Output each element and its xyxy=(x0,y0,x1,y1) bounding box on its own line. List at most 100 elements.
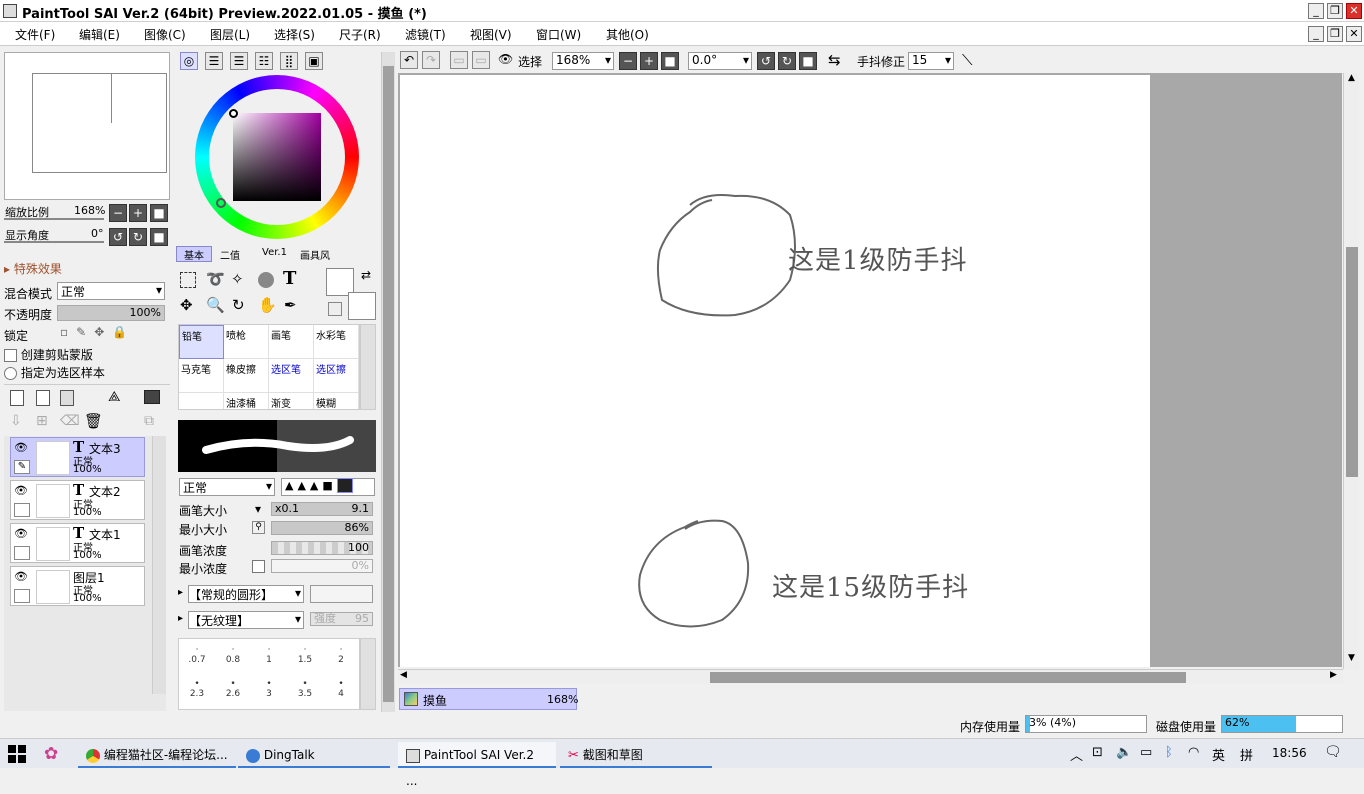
hsv-slider-tab[interactable]: ☰ xyxy=(230,52,248,70)
saturation-value-square[interactable] xyxy=(233,113,321,201)
minimize-button[interactable]: _ xyxy=(1308,3,1324,19)
move-icon[interactable]: ✥ xyxy=(180,296,193,314)
taskbar-chrome[interactable]: 编程猫社区-编程论坛... xyxy=(78,742,236,768)
layer-extra-icon[interactable]: ⧉ xyxy=(144,413,154,429)
clip-mask-option[interactable]: 创建剪贴蒙版 xyxy=(4,346,93,363)
tool-pencil[interactable]: 铅笔 xyxy=(179,325,224,359)
eye-icon[interactable]: 👁 xyxy=(14,441,28,454)
tool-gradient[interactable]: 渐变 xyxy=(269,393,314,409)
merge-down-icon[interactable]: ⇩ xyxy=(10,413,22,429)
rgb-slider-tab[interactable]: ☰ xyxy=(205,52,223,70)
angle-slider[interactable] xyxy=(4,241,104,243)
rotate-left-button[interactable]: ↺ xyxy=(109,228,127,246)
shape-expander[interactable]: ▸ xyxy=(178,587,183,598)
layer-item[interactable]: 👁 T 文本1 正常 100% xyxy=(10,523,145,563)
layer-checkbox[interactable] xyxy=(14,589,30,603)
size-preset[interactable]: · .0.7 xyxy=(179,645,215,675)
invert-select-button[interactable]: ▭ xyxy=(472,51,490,69)
min-density-slider[interactable]: 0% xyxy=(271,559,373,573)
doc-minimize-button[interactable]: _ xyxy=(1308,26,1324,42)
canvas-vertical-scrollbar[interactable]: ▲ ▼ xyxy=(1343,73,1359,669)
layer-checkbox[interactable] xyxy=(14,546,30,560)
layer-item[interactable]: 👁 ✎ T 文本3 正常 100% xyxy=(10,437,145,477)
layer-item[interactable]: 👁 T 文本2 正常 100% xyxy=(10,480,145,520)
brush-tip-shapes[interactable]: ▲▲▲■■ xyxy=(281,478,375,496)
menu-ruler[interactable]: 尺子(R) xyxy=(339,26,381,43)
hue-cursor[interactable] xyxy=(216,198,226,208)
text-tool-icon[interactable]: T xyxy=(283,268,296,289)
show-selection-icon[interactable]: 👁 xyxy=(498,52,513,66)
undo-button[interactable]: ↶ xyxy=(400,51,418,69)
tool-empty[interactable] xyxy=(179,393,224,409)
menu-window[interactable]: 窗口(W) xyxy=(536,26,581,43)
min-density-checkbox[interactable] xyxy=(252,560,265,573)
vertical-scroll-thumb[interactable] xyxy=(1346,247,1358,477)
brush-shape-select[interactable]: 【常规的圆形】 ▾ xyxy=(188,585,304,603)
tab-binary[interactable]: 二值 xyxy=(220,247,240,262)
rotate-right-button[interactable]: ↻ xyxy=(129,228,147,246)
tool-blur[interactable]: 模糊 xyxy=(314,393,359,409)
tab-painter[interactable]: 画具风 xyxy=(300,247,330,262)
canvas-page[interactable]: 这是1级防手抖 这是15级防手抖 xyxy=(400,75,1150,667)
taskbar-sai[interactable]: PaintTool SAI Ver.2 ... xyxy=(398,742,556,788)
menu-select[interactable]: 选择(S) xyxy=(274,26,315,43)
size-preset[interactable]: · 2 xyxy=(323,645,359,675)
tray-app-icon[interactable]: ⊡ xyxy=(1092,745,1103,760)
effects-section[interactable]: ▸ 特殊效果 xyxy=(4,260,62,277)
size-preset[interactable]: • 4 xyxy=(323,679,359,709)
toolbar-zoom-in-button[interactable]: + xyxy=(640,52,658,70)
zoom-reset-button[interactable]: ■ xyxy=(150,204,168,222)
menu-filter[interactable]: 滤镜(T) xyxy=(405,26,446,43)
density-slider[interactable]: 100 xyxy=(271,541,373,555)
fill-shape-icon[interactable] xyxy=(258,272,274,288)
min-size-lock-icon[interactable]: ⚲ xyxy=(252,521,265,534)
taskbar-snip[interactable]: ✂ 截图和草图 xyxy=(560,742,712,768)
size-preset[interactable]: · 0.8 xyxy=(215,645,251,675)
battery-icon[interactable]: ▭ xyxy=(1140,745,1152,760)
opacity-slider[interactable]: 100% xyxy=(57,305,165,321)
toolbar-zoom-out-button[interactable]: − xyxy=(619,52,637,70)
size-preset[interactable]: · 1.5 xyxy=(287,645,323,675)
transparent-color-icon[interactable] xyxy=(328,302,342,316)
brush-texture-select[interactable]: 【无纹理】 ▾ xyxy=(188,611,304,629)
restore-button[interactable]: ❐ xyxy=(1327,3,1343,19)
background-color-swatch[interactable] xyxy=(348,292,376,320)
menu-file[interactable]: 文件(F) xyxy=(15,26,55,43)
bluetooth-icon[interactable]: ᛒ xyxy=(1165,745,1173,760)
brush-shape-strength[interactable] xyxy=(310,585,373,603)
tool-airbrush[interactable]: 喷枪 xyxy=(224,325,269,359)
new-folder-icon[interactable] xyxy=(60,390,74,406)
zoom-select[interactable]: 168% ▾ xyxy=(552,52,614,70)
swatch-tab[interactable]: ☷ xyxy=(255,52,273,70)
lock-icons[interactable]: ▫✎✥🔒 xyxy=(60,325,135,339)
texture-strength-slider[interactable]: 强度 95 xyxy=(310,612,373,626)
canvas-horizontal-scrollbar[interactable]: ◀ ▶ xyxy=(398,669,1343,684)
photos-icon[interactable]: ✿ xyxy=(44,744,58,764)
lasso-icon[interactable]: ➰ xyxy=(206,270,225,288)
stabilizer-select[interactable]: 15 ▾ xyxy=(908,52,954,70)
menu-image[interactable]: 图像(C) xyxy=(144,26,186,43)
close-button[interactable]: ✕ xyxy=(1346,3,1362,19)
swap-colors-icon[interactable]: ⇄ xyxy=(361,268,371,282)
pen-icon[interactable]: ✎ xyxy=(14,460,30,474)
clip-mask-checkbox[interactable] xyxy=(4,349,17,362)
volume-icon[interactable]: 🔈 xyxy=(1116,745,1132,760)
tool-watercolor[interactable]: 水彩笔 xyxy=(314,325,359,359)
flip-icon[interactable]: ⇆ xyxy=(828,51,841,69)
ime-mode[interactable]: 拼 xyxy=(1240,745,1253,764)
layer-list-scrollbar[interactable] xyxy=(152,436,166,694)
navigator-preview[interactable] xyxy=(4,52,170,200)
grid-swatch-tab[interactable]: ⣿ xyxy=(280,52,298,70)
tool-select-pen[interactable]: 选区笔 xyxy=(269,359,314,393)
zoom-in-button[interactable]: + xyxy=(129,204,147,222)
clock[interactable]: 18:56 xyxy=(1272,746,1307,760)
rect-select-icon[interactable] xyxy=(180,272,196,288)
size-preset[interactable]: · 1 xyxy=(251,645,287,675)
copy-layer-icon[interactable]: ⊞ xyxy=(36,413,48,429)
size-preset[interactable]: • 2.3 xyxy=(179,679,215,709)
deselect-button[interactable]: ▭ xyxy=(450,51,468,69)
trash-icon[interactable]: 🗑 xyxy=(84,412,103,430)
menu-view[interactable]: 视图(V) xyxy=(470,26,512,43)
menu-edit[interactable]: 编辑(E) xyxy=(79,26,120,43)
zoom-tool-icon[interactable]: 🔍 xyxy=(206,296,225,314)
